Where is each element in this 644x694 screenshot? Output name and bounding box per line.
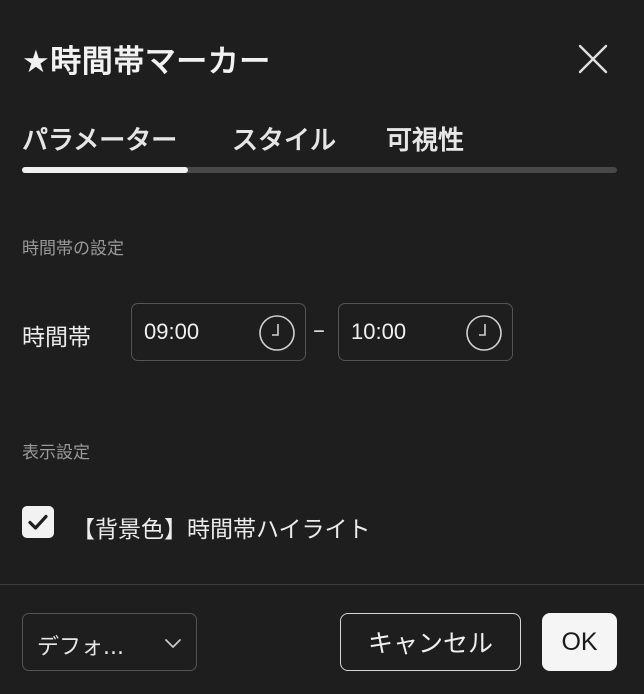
highlight-checkbox[interactable] [22, 506, 54, 538]
footer-divider [0, 584, 644, 585]
end-time-input[interactable]: 10:00 [338, 303, 513, 361]
chevron-down-icon [161, 631, 185, 655]
end-time-value: 10:00 [351, 319, 407, 344]
preset-dropdown[interactable]: デフォ... [22, 613, 197, 671]
close-icon [578, 44, 608, 74]
clock-icon[interactable] [258, 314, 296, 352]
start-time-input[interactable]: 09:00 [131, 303, 306, 361]
tab-style[interactable]: スタイル [232, 120, 336, 157]
clock-icon[interactable] [465, 314, 503, 352]
highlight-checkbox-label[interactable]: 【背景色】時間帯ハイライト [72, 510, 371, 544]
preset-value: デフォ... [37, 635, 124, 660]
tab-bar: パラメーター スタイル 可視性 [22, 120, 622, 160]
time-section-heading: 時間帯の設定 [22, 239, 124, 259]
close-button[interactable] [572, 38, 614, 80]
cancel-button[interactable]: キャンセル [340, 613, 521, 671]
display-section-heading: 表示設定 [22, 443, 90, 463]
active-tab-indicator [22, 167, 188, 173]
time-range-label: 時間帯 [22, 325, 91, 351]
range-separator: – [313, 316, 325, 344]
ok-button[interactable]: OK [542, 613, 617, 671]
ok-button-label: OK [561, 627, 598, 656]
start-time-value: 09:00 [144, 319, 200, 344]
tab-track [22, 167, 617, 173]
checkmark-icon [28, 514, 48, 530]
cancel-button-label: キャンセル [367, 630, 493, 658]
tab-parameters[interactable]: パラメーター [22, 120, 177, 157]
dialog-title: ★時間帯マーカー [22, 44, 271, 80]
tab-visibility[interactable]: 可視性 [386, 120, 464, 157]
settings-dialog: ★時間帯マーカー パラメーター スタイル 可視性 時間帯の設定 時間帯 09:0… [0, 0, 644, 694]
